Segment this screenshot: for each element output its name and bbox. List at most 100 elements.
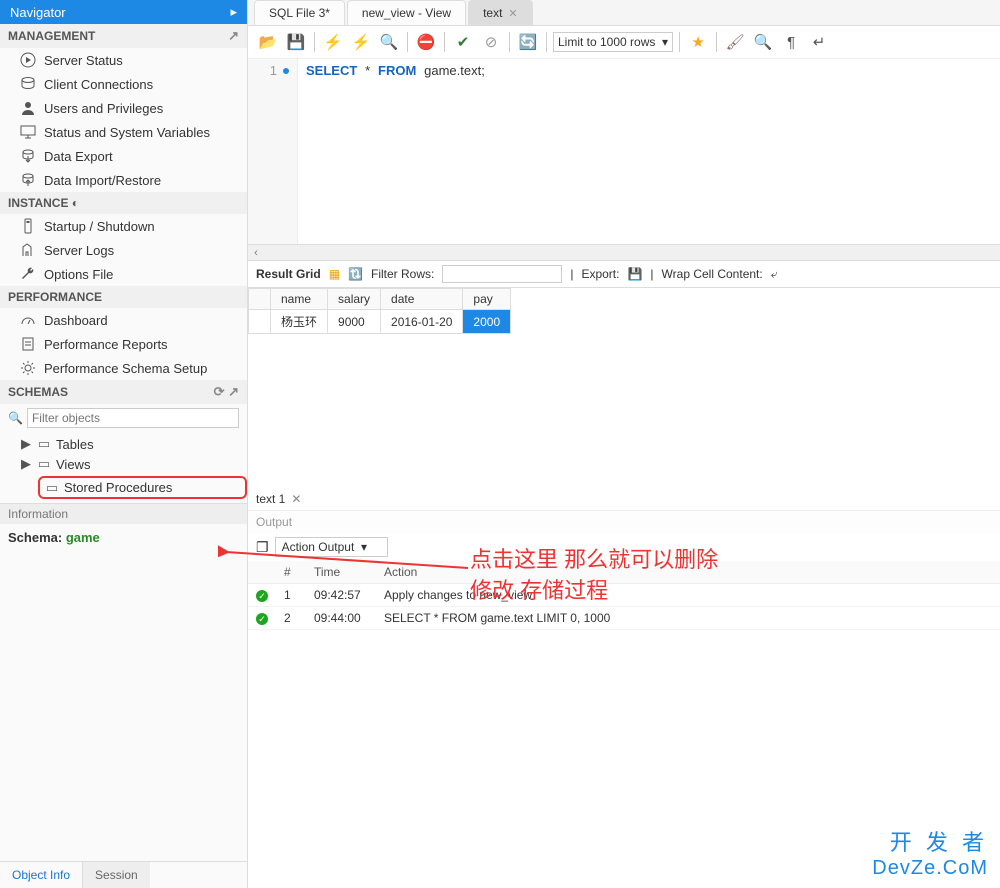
toggle-invisible-button[interactable]: ¶ bbox=[779, 30, 803, 54]
nav-startup-shutdown[interactable]: Startup / Shutdown bbox=[0, 214, 247, 238]
tab-object-info[interactable]: Object Info bbox=[0, 862, 82, 888]
reports-icon bbox=[20, 336, 36, 352]
execute-button[interactable]: ⚡ bbox=[321, 30, 345, 54]
selected-cell[interactable]: 2000 bbox=[463, 310, 511, 334]
rollback-button[interactable]: ⊘ bbox=[479, 30, 503, 54]
refresh-icon[interactable]: ⟳ bbox=[214, 384, 225, 399]
commit-button[interactable]: ✔ bbox=[451, 30, 475, 54]
col-name[interactable]: name bbox=[271, 289, 328, 310]
instance-header: INSTANCE ◐ bbox=[0, 192, 247, 214]
navigator-title-bar: Navigator ▸ bbox=[0, 0, 247, 24]
refresh-grid-icon[interactable]: 🔃 bbox=[348, 267, 363, 281]
editor-tabs: SQL File 3* new_view - View text✕ bbox=[248, 0, 1000, 26]
col-date[interactable]: date bbox=[381, 289, 463, 310]
tree-stored-procedures-highlight: ▭Stored Procedures bbox=[38, 476, 247, 499]
schemas-filter: 🔍 bbox=[0, 404, 247, 432]
instance-icon: ◐ bbox=[72, 196, 79, 210]
search-icon: 🔍 bbox=[8, 411, 23, 425]
folder-icon: ▭ bbox=[36, 437, 52, 451]
execute-current-button[interactable]: ⚡ bbox=[349, 30, 373, 54]
row-limit-select[interactable]: Limit to 1000 rows ▾ bbox=[553, 32, 673, 52]
result-tab-label[interactable]: text 1 bbox=[256, 492, 285, 506]
grid-icon[interactable]: ▦ bbox=[329, 267, 340, 281]
nav-options-file[interactable]: Options File bbox=[0, 262, 247, 286]
tree-stored-procedures[interactable]: ▭Stored Procedures bbox=[44, 480, 241, 495]
breakpoint-dot-icon bbox=[283, 68, 289, 74]
folder-icon: ▭ bbox=[36, 457, 52, 471]
nav-data-import[interactable]: Data Import/Restore bbox=[0, 168, 247, 192]
nav-performance-schema-setup[interactable]: Performance Schema Setup bbox=[0, 356, 247, 380]
schemas-tree: ▶▭Tables ▶▭Views ▭Stored Procedures bbox=[0, 432, 247, 503]
wrench-icon bbox=[20, 266, 36, 282]
filter-objects-input[interactable] bbox=[27, 408, 239, 428]
save-file-button[interactable]: 💾 bbox=[284, 30, 308, 54]
output-row[interactable]: ✓ 1 09:42:57 Apply changes to new_view bbox=[248, 584, 1000, 607]
editor-scrollbar[interactable]: ‹ bbox=[248, 244, 1000, 260]
play-icon bbox=[20, 52, 36, 68]
code-content[interactable]: SELECT * FROM game.text; bbox=[298, 59, 1000, 244]
dashboard-icon bbox=[20, 312, 36, 328]
close-icon[interactable]: ✕ bbox=[508, 7, 517, 20]
output-header-row: # Time Action bbox=[248, 561, 1000, 584]
export-result-icon[interactable]: 💾 bbox=[627, 267, 642, 281]
success-icon: ✓ bbox=[256, 590, 268, 602]
nav-server-logs[interactable]: Server Logs bbox=[0, 238, 247, 262]
explain-button[interactable]: 🔍 bbox=[377, 30, 401, 54]
stop-button[interactable]: ⛔ bbox=[414, 30, 438, 54]
expand-icon[interactable]: ↗ bbox=[228, 28, 239, 44]
nav-client-connections[interactable]: Client Connections bbox=[0, 72, 247, 96]
col-salary[interactable]: salary bbox=[328, 289, 381, 310]
expand-icon[interactable]: ▶ bbox=[20, 436, 32, 452]
editor-toolbar: 📂 💾 ⚡ ⚡ 🔍 ⛔ ✔ ⊘ 🔄 Limit to 1000 rows ▾ ★… bbox=[248, 26, 1000, 59]
sidebar-bottom-tabs: Object Info Session bbox=[0, 861, 247, 888]
line-gutter: 1 bbox=[248, 59, 298, 244]
connections-icon bbox=[20, 76, 36, 92]
close-result-tab-icon[interactable]: ✕ bbox=[291, 492, 301, 506]
nav-status-variables[interactable]: Status and System Variables bbox=[0, 120, 247, 144]
col-pay[interactable]: pay bbox=[463, 289, 511, 310]
main-area: SQL File 3* new_view - View text✕ 📂 💾 ⚡ … bbox=[248, 0, 1000, 888]
filter-rows-input[interactable] bbox=[442, 265, 562, 283]
schema-setup-icon bbox=[20, 360, 36, 376]
nav-dashboard[interactable]: Dashboard bbox=[0, 308, 247, 332]
tab-text[interactable]: text✕ bbox=[468, 0, 533, 25]
result-grid[interactable]: name salary date pay 杨玉环 9000 2016-01-20… bbox=[248, 288, 511, 334]
output-type-select[interactable]: Action Output ▾ bbox=[275, 537, 388, 557]
nav-users-privileges[interactable]: Users and Privileges bbox=[0, 96, 247, 120]
grid-row[interactable]: 杨玉环 9000 2016-01-20 2000 bbox=[249, 310, 511, 334]
nav-server-status[interactable]: Server Status bbox=[0, 48, 247, 72]
result-toolbar: Result Grid ▦ 🔃 Filter Rows: | Export: 💾… bbox=[248, 260, 1000, 288]
output-row[interactable]: ✓ 2 09:44:00 SELECT * FROM game.text LIM… bbox=[248, 607, 1000, 630]
nav-performance-reports[interactable]: Performance Reports bbox=[0, 332, 247, 356]
success-icon: ✓ bbox=[256, 613, 268, 625]
monitor-icon bbox=[20, 124, 36, 140]
logs-icon bbox=[20, 242, 36, 258]
import-icon bbox=[20, 172, 36, 188]
scroll-left-icon[interactable]: ‹ bbox=[248, 247, 264, 259]
code-editor[interactable]: 1 SELECT * FROM game.text; bbox=[248, 59, 1000, 244]
navigator-collapse-icon[interactable]: ▸ bbox=[230, 4, 237, 20]
information-body: Schema: game bbox=[0, 524, 247, 551]
tree-tables[interactable]: ▶▭Tables bbox=[20, 434, 243, 454]
watermark: 开 发 者 DevZe.CoM bbox=[872, 825, 988, 880]
tree-views[interactable]: ▶▭Views bbox=[20, 454, 243, 474]
open-file-button[interactable]: 📂 bbox=[256, 30, 280, 54]
find-button[interactable]: 🔍 bbox=[751, 30, 775, 54]
output-tabs-icon[interactable]: ❐ bbox=[256, 539, 269, 556]
output-toolbar: ❐ Action Output ▾ bbox=[248, 533, 1000, 561]
autocommit-button[interactable]: 🔄 bbox=[516, 30, 540, 54]
output-title: Output bbox=[248, 511, 1000, 533]
tab-new-view[interactable]: new_view - View bbox=[347, 0, 466, 25]
export-icon bbox=[20, 148, 36, 164]
favorite-button[interactable]: ★ bbox=[686, 30, 710, 54]
wrap-button[interactable]: ↵ bbox=[807, 30, 831, 54]
wrap-cell-icon[interactable]: ⤶ bbox=[771, 267, 778, 282]
expand-icon[interactable]: ▶ bbox=[20, 456, 32, 472]
tab-sql-file[interactable]: SQL File 3* bbox=[254, 0, 345, 25]
grid-header-row: name salary date pay bbox=[249, 289, 511, 310]
beautify-button[interactable]: 🖌 bbox=[723, 30, 747, 54]
nav-data-export[interactable]: Data Export bbox=[0, 144, 247, 168]
result-inner-tab: text 1 ✕ bbox=[248, 488, 1000, 511]
tab-session[interactable]: Session bbox=[82, 862, 150, 888]
expand-schemas-icon[interactable]: ↗ bbox=[228, 384, 239, 399]
